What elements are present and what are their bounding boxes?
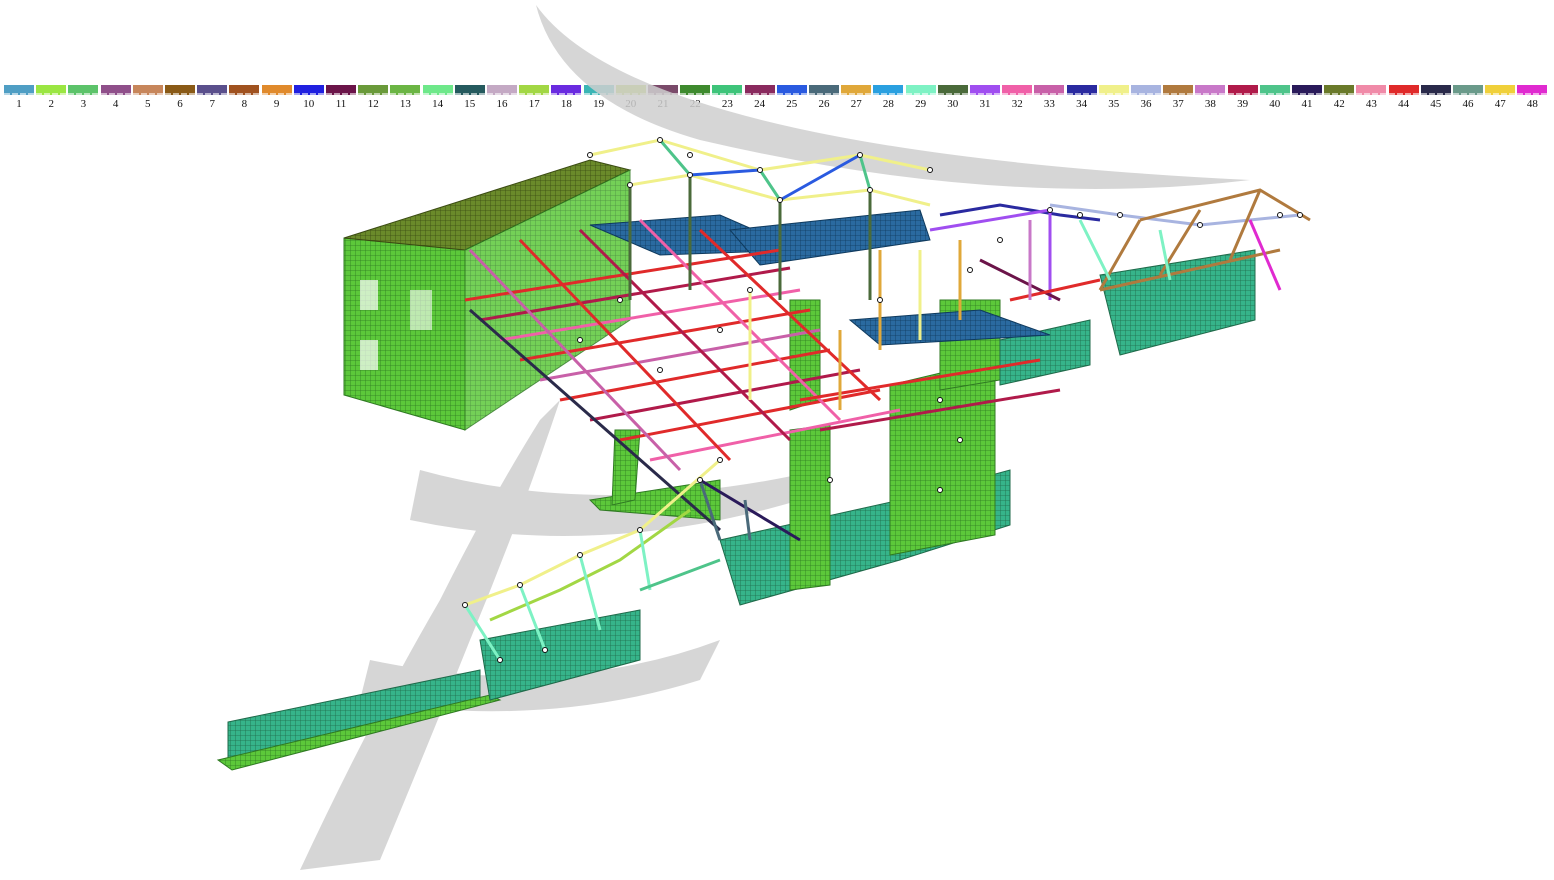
watermark-logo xyxy=(300,5,1250,870)
structural-model-view xyxy=(216,5,1311,870)
right-building-block xyxy=(999,249,1256,386)
